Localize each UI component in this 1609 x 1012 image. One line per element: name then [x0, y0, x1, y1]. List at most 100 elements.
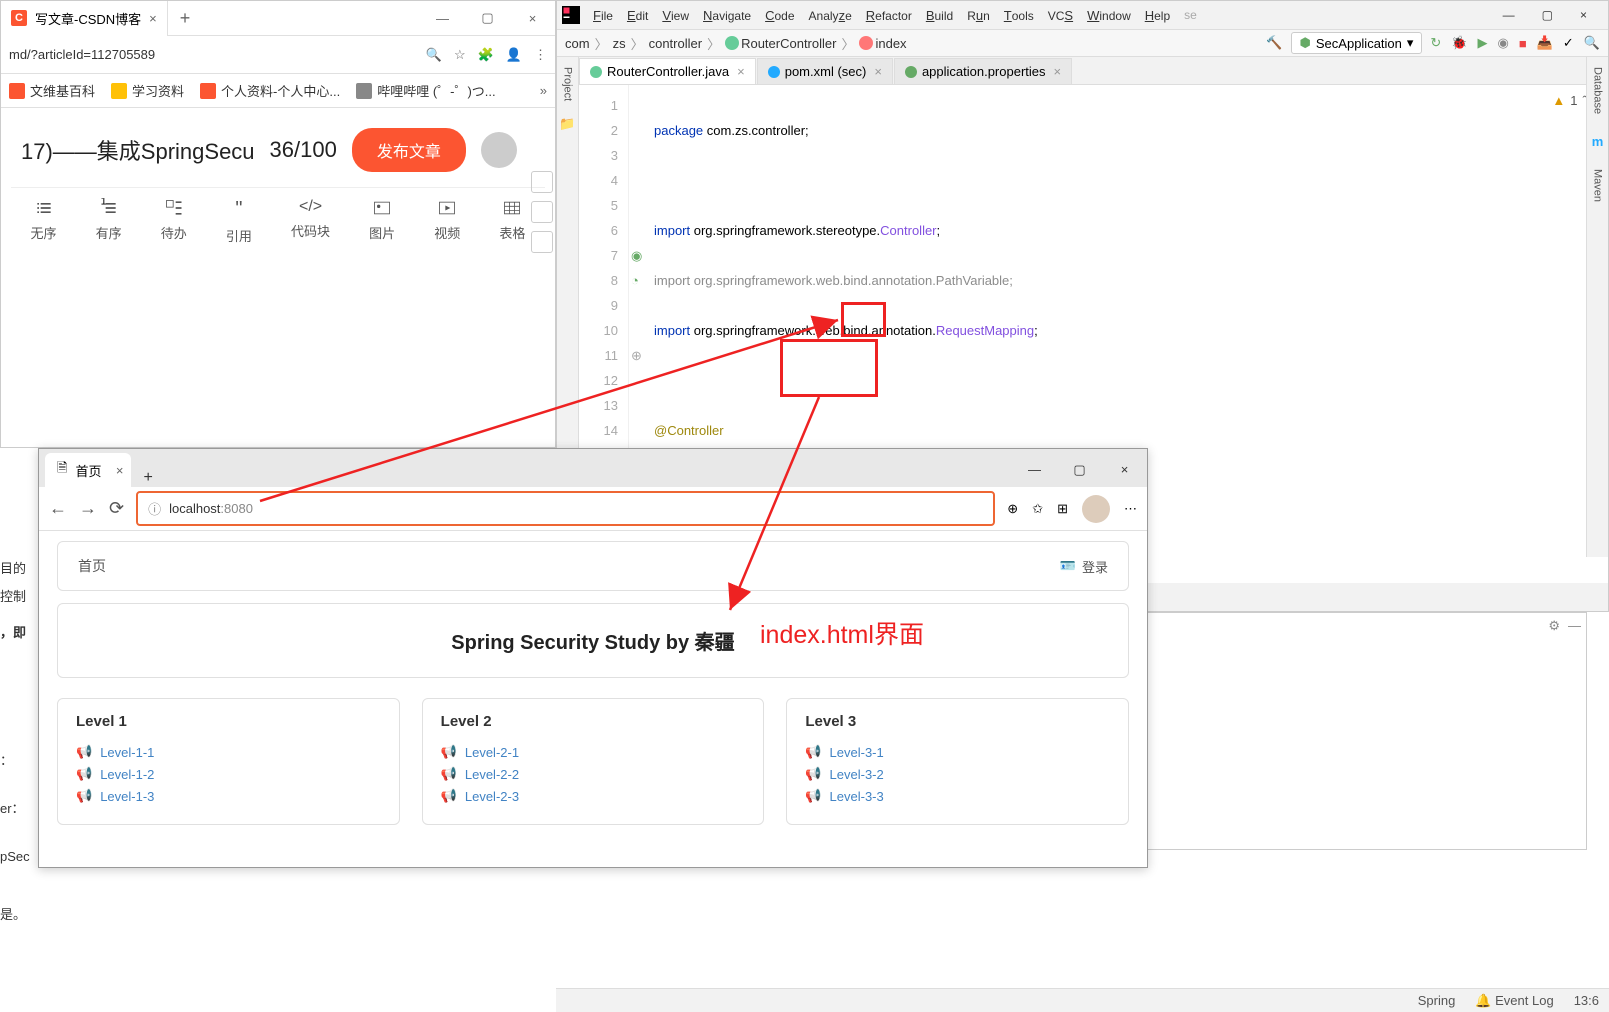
- menu-icon[interactable]: ⋯: [1124, 501, 1137, 517]
- tb-unordered-list[interactable]: 无序: [31, 198, 57, 245]
- minimize-icon[interactable]: —: [420, 1, 465, 36]
- maximize-icon[interactable]: ▢: [1057, 452, 1102, 487]
- close-icon[interactable]: ×: [1054, 64, 1062, 79]
- url-text[interactable]: md/?articleId=112705589: [9, 47, 416, 62]
- editor-tab[interactable]: RouterController.java×: [579, 58, 756, 84]
- menu-vcs[interactable]: VCS: [1042, 6, 1079, 25]
- profile-icon[interactable]: 👤: [506, 47, 522, 63]
- search-everywhere-icon[interactable]: 🔍: [1584, 35, 1600, 51]
- minimize-icon[interactable]: —: [1012, 452, 1057, 487]
- layout-tool-icon[interactable]: [531, 201, 553, 223]
- editor-tab[interactable]: application.properties×: [894, 58, 1072, 84]
- minimize-icon[interactable]: —: [1497, 6, 1521, 24]
- spring-status[interactable]: Spring: [1418, 993, 1456, 1008]
- tb-image[interactable]: 图片: [369, 198, 395, 245]
- search-icon[interactable]: 🔍: [426, 47, 442, 63]
- profile-avatar[interactable]: [1082, 495, 1110, 523]
- level-link[interactable]: 📢Level-3-3: [805, 788, 1110, 804]
- bookmark-item[interactable]: 哔哩哔哩 (゜-゜)つ...: [356, 81, 495, 100]
- bookmark-item[interactable]: 个人资料-个人中心...: [200, 81, 340, 100]
- forward-icon[interactable]: →: [79, 498, 97, 519]
- level-link[interactable]: 📢Level-2-3: [441, 788, 746, 804]
- login-link[interactable]: 🪪登录: [1060, 557, 1108, 576]
- menu-icon[interactable]: ⋮: [534, 47, 547, 63]
- project-tool[interactable]: Project: [562, 67, 574, 101]
- close-icon[interactable]: ×: [1102, 452, 1147, 487]
- edge-tab[interactable]: 🗎 首页 ×: [45, 453, 131, 487]
- url-field[interactable]: ⓘ localhost:8080: [136, 491, 995, 526]
- publish-button[interactable]: 发布文章: [352, 128, 466, 172]
- maximize-icon[interactable]: ▢: [465, 1, 510, 36]
- structure-icon[interactable]: 📁: [559, 116, 575, 132]
- profile-icon[interactable]: ◉: [1498, 35, 1509, 51]
- git-commit-icon[interactable]: ✓: [1563, 35, 1574, 51]
- folder-icon: [111, 83, 127, 99]
- menu-tools[interactable]: Tools: [998, 6, 1040, 25]
- event-log[interactable]: 🔔 Event Log: [1475, 993, 1553, 1009]
- tb-ordered-list[interactable]: 1有序: [96, 198, 122, 245]
- menu-analyze[interactable]: Analyze: [803, 6, 858, 25]
- new-tab-button[interactable]: +: [131, 469, 164, 487]
- user-avatar[interactable]: [481, 132, 517, 168]
- git-update-icon[interactable]: 📥: [1537, 35, 1553, 51]
- close-icon[interactable]: ×: [737, 64, 745, 79]
- star-icon[interactable]: ☆: [454, 47, 466, 63]
- level-link[interactable]: 📢Level-1-2: [76, 766, 381, 782]
- level-link[interactable]: 📢Level-2-1: [441, 744, 746, 760]
- close-icon[interactable]: ×: [510, 1, 555, 36]
- maven-tool[interactable]: Maven: [1592, 169, 1604, 202]
- gear-icon[interactable]: ⚙: [1548, 615, 1560, 637]
- menu-search-hint: se: [1178, 6, 1203, 24]
- menu-window[interactable]: Window: [1081, 6, 1137, 25]
- menu-help[interactable]: Help: [1139, 6, 1176, 25]
- back-icon[interactable]: ←: [49, 498, 67, 519]
- debug-icon[interactable]: 🐞: [1451, 35, 1467, 51]
- build-icon[interactable]: 🔨: [1266, 35, 1282, 51]
- menu-run[interactable]: Run: [961, 6, 996, 25]
- level-link[interactable]: 📢Level-1-1: [76, 744, 381, 760]
- extensions-icon[interactable]: 🧩: [478, 47, 494, 63]
- bookmark-item[interactable]: 文维基百科: [9, 81, 95, 100]
- bookmark-item[interactable]: 学习资料: [111, 81, 184, 100]
- breadcrumbs[interactable]: com〉 zs〉 controller〉 RouterController〉 i…: [565, 34, 907, 53]
- menu-build[interactable]: Build: [920, 6, 959, 25]
- info-icon[interactable]: ⓘ: [148, 499, 161, 518]
- minimize-icon[interactable]: —: [1568, 615, 1581, 637]
- tb-codeblock[interactable]: </>代码块: [291, 198, 330, 245]
- level-link[interactable]: 📢Level-3-2: [805, 766, 1110, 782]
- stop-icon[interactable]: ■: [1519, 36, 1527, 51]
- menu-edit[interactable]: Edit: [621, 6, 654, 25]
- tb-todo[interactable]: 待办: [161, 198, 187, 245]
- maximize-icon[interactable]: ▢: [1536, 6, 1559, 24]
- level-link[interactable]: 📢Level-1-3: [76, 788, 381, 804]
- run-coverage-icon[interactable]: ▶: [1478, 35, 1488, 51]
- database-tool[interactable]: Database: [1592, 67, 1604, 114]
- close-icon[interactable]: ×: [874, 64, 882, 79]
- run-icon[interactable]: ↻: [1430, 35, 1441, 51]
- menu-file[interactable]: File: [587, 6, 619, 25]
- menu-navigate[interactable]: Navigate: [697, 6, 757, 25]
- close-icon[interactable]: ×: [149, 11, 157, 26]
- level-link[interactable]: 📢Level-3-1: [805, 744, 1110, 760]
- menu-view[interactable]: View: [656, 6, 695, 25]
- tb-table[interactable]: 表格: [499, 198, 525, 245]
- reload-icon[interactable]: ⟳: [109, 498, 124, 519]
- collections-icon[interactable]: ⊞: [1057, 501, 1068, 517]
- menu-code[interactable]: Code: [759, 6, 800, 25]
- close-icon[interactable]: ×: [1574, 6, 1593, 24]
- run-config-select[interactable]: ⬢ SecApplication ▾: [1291, 32, 1423, 54]
- favorites-icon[interactable]: ✩: [1032, 501, 1043, 517]
- editor-tab[interactable]: pom.xml (sec)×: [757, 58, 893, 84]
- close-icon[interactable]: ×: [116, 463, 124, 478]
- csdn-tab[interactable]: C 写文章-CSDN博客 ×: [1, 1, 168, 36]
- more-bookmarks[interactable]: »: [540, 83, 547, 98]
- layout-tool-icon[interactable]: [531, 171, 553, 193]
- preview-tool-icon[interactable]: [531, 231, 553, 253]
- feedback-icon[interactable]: ⊕: [1007, 501, 1018, 517]
- level-link[interactable]: 📢Level-2-2: [441, 766, 746, 782]
- home-link[interactable]: 首页: [78, 556, 106, 576]
- menu-refactor[interactable]: Refactor: [860, 6, 918, 25]
- tb-quote[interactable]: "引用: [226, 198, 252, 245]
- tb-video[interactable]: 视频: [434, 198, 460, 245]
- new-tab-button[interactable]: +: [168, 8, 203, 29]
